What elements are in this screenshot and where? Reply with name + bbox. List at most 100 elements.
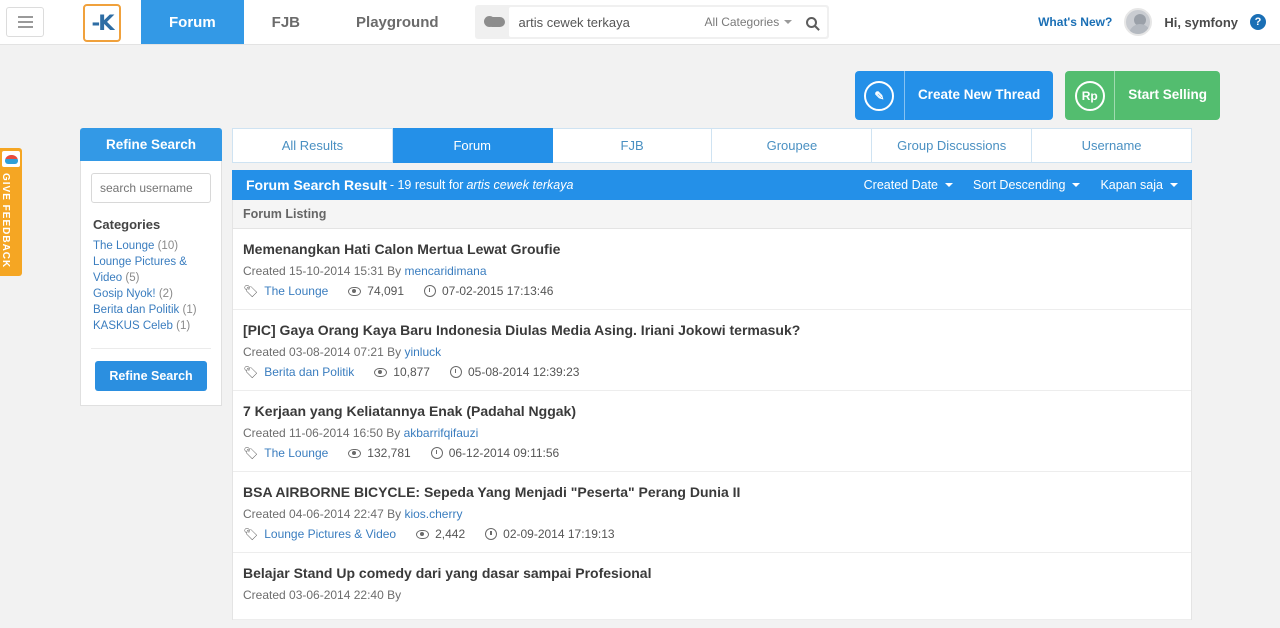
sort-direction-dropdown[interactable]: Sort Descending [973,178,1081,192]
category-item[interactable]: Berita dan Politik (1) [93,302,211,318]
give-feedback-tab[interactable]: GIVE FEEDBACK [0,148,22,277]
result-header-title: Forum Search Result [246,177,387,193]
category-item[interactable]: Gosip Nyok! (2) [93,286,211,302]
pencil-icon: ✎ [855,71,905,120]
category-item[interactable]: The Lounge (10) [93,238,211,254]
category-name[interactable]: Berita dan Politik [93,304,179,316]
sort-field-dropdown[interactable]: Created Date [863,178,954,192]
result-meta: 🏷 The Lounge 132,781 06-12-2014 09:11:56 [243,446,1181,460]
rupiah-icon: Rp [1065,71,1116,120]
result-created: Created 03-06-2014 22:40 By [243,588,1181,602]
search-category-select[interactable]: All Categories [705,15,797,29]
cloud-icon[interactable] [483,5,509,39]
result-header-summary: - 19 result for [389,178,464,192]
user-greeting[interactable]: Hi, symfony [1164,15,1238,30]
tab-username[interactable]: Username [1032,128,1192,163]
category-name[interactable]: The Lounge [93,240,154,252]
sort-field-label: Created Date [863,178,939,192]
tab-all-results[interactable]: All Results [232,128,393,163]
result-meta: 🏷 The Lounge 74,091 07-02-2015 17:13:46 [243,284,1181,298]
nav-link-forum[interactable]: Forum [141,0,244,44]
result-last-post: 07-02-2015 17:13:46 [442,284,554,298]
site-logo[interactable]: -K [83,4,121,42]
result-views: 74,091 [367,284,404,298]
search-input[interactable] [508,14,705,30]
result-sort-tools: Created Date Sort Descending Kapan saja [864,178,1178,192]
create-new-thread-button[interactable]: ✎ Create New Thread [854,71,1054,120]
result-author[interactable]: kios.cherry [404,507,462,521]
tab-group-discussions[interactable]: Group Discussions [872,128,1033,163]
time-range-dropdown[interactable]: Kapan saja [1100,178,1178,192]
result-created-text: Created 04-06-2014 22:47 By [243,507,405,521]
result-category[interactable]: The Lounge [264,446,328,460]
result-views: 10,877 [393,365,430,379]
tab-forum[interactable]: Forum [392,128,553,163]
search-bar: All Categories [474,5,829,39]
tag-icon: 🏷 [243,365,259,379]
result-created-text: Created 15-10-2014 15:31 By [243,264,405,278]
category-count: (2) [158,288,173,300]
primary-nav: Forum FJB Playground [141,0,467,44]
clock-icon [485,528,498,540]
time-range-label: Kapan saja [1100,178,1163,192]
result-last-post: 05-08-2014 12:39:23 [467,365,580,379]
navbar-right: What's New? Hi, symfony ? [1038,0,1280,44]
result-category[interactable]: The Lounge [264,284,328,298]
result-created-text: Created 03-08-2014 07:21 By [243,345,405,359]
clock-icon [424,285,436,297]
nav-link-playground[interactable]: Playground [328,0,467,44]
category-item[interactable]: Lounge Pictures & Video (5) [93,254,211,286]
chevron-down-icon [1072,183,1081,187]
help-icon[interactable]: ? [1250,14,1266,30]
chevron-down-icon [945,183,954,187]
refine-search-header[interactable]: Refine Search [80,128,222,161]
nav-link-fjb[interactable]: FJB [244,0,328,44]
result-category[interactable]: Lounge Pictures & Video [264,527,396,541]
result-tabs: All Results Forum FJB Groupee Group Disc… [232,128,1192,163]
list-item[interactable]: [PIC] Gaya Orang Kaya Baru Indonesia Diu… [233,310,1191,391]
result-title[interactable]: 7 Kerjaan yang Keliatannya Enak (Padahal… [243,403,1181,419]
result-author[interactable]: akbarrifqifauzi [404,426,479,440]
avatar[interactable] [1124,8,1153,36]
list-item[interactable]: 7 Kerjaan yang Keliatannya Enak (Padahal… [233,391,1191,472]
list-item[interactable]: Memenangkan Hati Calon Mertua Lewat Grou… [233,229,1191,310]
result-author[interactable]: mencaridimana [404,264,486,278]
clock-icon [430,447,443,459]
eye-icon [374,367,388,377]
list-item[interactable]: BSA AIRBORNE BICYCLE: Sepeda Yang Menjad… [233,472,1191,553]
action-buttons: ✎ Create New Thread Rp Start Selling [0,45,1280,120]
result-meta: 🏷 Berita dan Politik 10,877 05-08-2014 12… [243,365,1181,379]
result-last-post: 02-09-2014 17:19:13 [503,527,615,541]
category-name[interactable]: Lounge Pictures & Video [93,256,187,284]
category-name[interactable]: KASKUS Celeb [93,320,173,332]
result-created-text: Created 11-06-2014 16:50 By [243,426,404,440]
tag-icon: 🏷 [243,446,259,460]
result-author[interactable]: yinluck [404,345,441,359]
category-item[interactable]: KASKUS Celeb (1) [93,318,211,334]
tag-icon: 🏷 [243,284,259,298]
whats-new-link[interactable]: What's New? [1038,15,1112,29]
result-title[interactable]: BSA AIRBORNE BICYCLE: Sepeda Yang Menjad… [243,484,1181,500]
result-title[interactable]: Memenangkan Hati Calon Mertua Lewat Grou… [243,241,1181,257]
tab-fjb[interactable]: FJB [552,128,713,163]
top-navbar: -K Forum FJB Playground All Categories W… [0,0,1280,45]
create-new-thread-label: Create New Thread [917,87,1041,103]
refine-search-button[interactable]: Refine Search [95,361,207,391]
result-created-text: Created 03-06-2014 22:40 By [243,588,402,602]
search-icon[interactable] [796,16,826,28]
feedback-logo-icon [2,151,20,167]
categories-title: Categories [93,217,161,232]
result-title[interactable]: [PIC] Gaya Orang Kaya Baru Indonesia Diu… [243,322,1181,338]
result-category[interactable]: Berita dan Politik [264,365,354,379]
result-title[interactable]: Belajar Stand Up comedy dari yang dasar … [243,565,1181,581]
result-created: Created 11-06-2014 16:50 By akbarrifqifa… [243,426,1181,440]
list-item[interactable]: Belajar Stand Up comedy dari yang dasar … [233,553,1191,620]
category-name[interactable]: Gosip Nyok! [93,288,156,300]
hamburger-icon[interactable] [6,7,44,37]
start-selling-button[interactable]: Rp Start Selling [1065,71,1220,120]
category-count: (10) [157,240,179,252]
tab-groupee[interactable]: Groupee [712,128,873,163]
search-username-input[interactable] [91,173,211,203]
refine-search-sidebar: Refine Search Categories The Lounge (10)… [80,128,222,620]
category-count: (1) [176,320,191,332]
